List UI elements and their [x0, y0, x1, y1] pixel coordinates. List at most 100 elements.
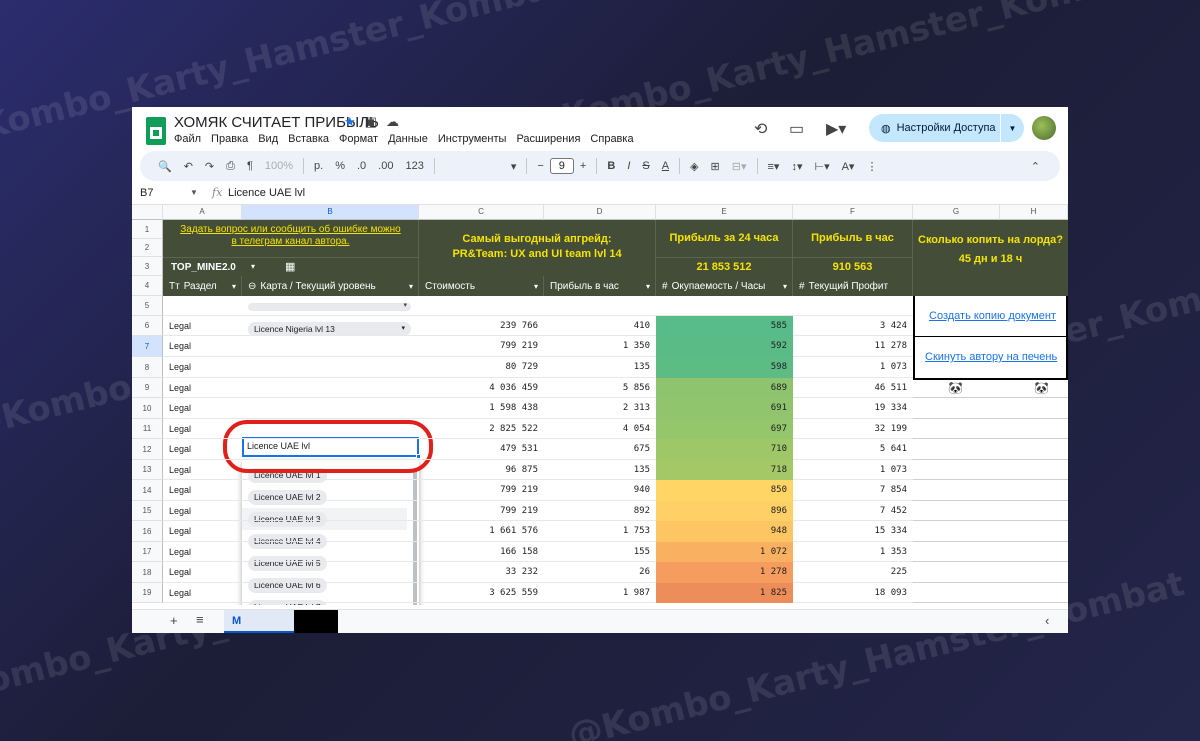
- column-header[interactable]: H: [1000, 205, 1068, 220]
- menu-view[interactable]: Вид: [258, 133, 278, 145]
- percent-format-button[interactable]: %: [329, 160, 351, 172]
- row-header[interactable]: 14: [132, 480, 163, 501]
- profit-cell[interactable]: 1 753: [544, 521, 656, 542]
- current-profit-cell[interactable]: 5 641: [793, 439, 913, 460]
- section-cell[interactable]: Legal: [163, 521, 242, 542]
- profit-cell[interactable]: 26: [544, 562, 656, 583]
- column-header[interactable]: F: [793, 205, 913, 220]
- current-profit-cell[interactable]: 3 424: [793, 316, 913, 336]
- profit-cell[interactable]: 410: [544, 316, 656, 336]
- profit-cell[interactable]: 675: [544, 439, 656, 460]
- cost-cell[interactable]: 799 219: [419, 501, 544, 521]
- payback-cell[interactable]: 850: [656, 480, 793, 501]
- paint-format-icon[interactable]: ¶: [241, 160, 259, 172]
- profit-cell[interactable]: 940: [544, 480, 656, 501]
- menu-format[interactable]: Формат: [339, 133, 378, 145]
- cost-cell[interactable]: 80 729: [419, 357, 544, 378]
- row-header[interactable]: 19: [132, 583, 163, 603]
- cost-cell[interactable]: 2 825 522: [419, 419, 544, 439]
- print-icon[interactable]: ⎙: [220, 160, 241, 173]
- section-cell[interactable]: Legal: [163, 439, 242, 460]
- current-profit-cell[interactable]: 225: [793, 562, 913, 583]
- col-header-current[interactable]: # Текущий Профит: [793, 276, 913, 296]
- menu-edit[interactable]: Правка: [211, 133, 248, 145]
- chevron-left-icon[interactable]: ‹: [1045, 613, 1049, 628]
- current-profit-cell[interactable]: 18 093: [793, 583, 913, 603]
- row-header[interactable]: 13: [132, 460, 163, 480]
- currency-format-button[interactable]: р.: [308, 160, 329, 172]
- text-rotate-icon[interactable]: A▾: [836, 160, 861, 173]
- section-cell[interactable]: Legal: [163, 542, 242, 562]
- menu-help[interactable]: Справка: [590, 133, 633, 145]
- payback-cell[interactable]: 1 825: [656, 583, 793, 603]
- sheet-tab-active[interactable]: M: [224, 610, 294, 633]
- copy-document-link[interactable]: Создать копию документ: [915, 310, 1056, 322]
- row-header[interactable]: 9: [132, 378, 163, 398]
- section-cell[interactable]: Legal: [163, 419, 242, 439]
- donate-link[interactable]: Скинуть автору на печень: [915, 351, 1057, 363]
- payback-cell[interactable]: 689: [656, 378, 793, 398]
- chevron-down-icon[interactable]: ▾: [505, 160, 523, 173]
- row-header[interactable]: 5: [132, 296, 163, 316]
- all-sheets-icon[interactable]: ≡: [196, 612, 204, 627]
- row-header[interactable]: 11: [132, 419, 163, 439]
- payback-cell[interactable]: 1 278: [656, 562, 793, 583]
- section-cell[interactable]: Legal: [163, 398, 242, 419]
- row-header[interactable]: 12: [132, 439, 163, 460]
- row-header[interactable]: 10: [132, 398, 163, 419]
- payback-cell[interactable]: 697: [656, 419, 793, 439]
- chevron-down-icon[interactable]: ▾: [534, 282, 538, 291]
- cost-cell[interactable]: 479 531: [419, 439, 544, 460]
- profit-cell[interactable]: 1 350: [544, 336, 656, 357]
- section-cell[interactable]: Legal: [163, 480, 242, 501]
- current-profit-cell[interactable]: 11 278: [793, 336, 913, 357]
- horizontal-align-icon[interactable]: ≡▾: [762, 160, 786, 173]
- row-header[interactable]: 3: [132, 257, 163, 276]
- cost-cell[interactable]: 799 219: [419, 336, 544, 357]
- collapse-toolbar-icon[interactable]: ⌃: [1025, 160, 1046, 173]
- section-cell[interactable]: Legal: [163, 357, 242, 378]
- dropdown-option[interactable]: Licence UAE lvl 2: [248, 490, 327, 505]
- vertical-align-icon[interactable]: ↕▾: [785, 160, 808, 173]
- current-profit-cell[interactable]: 7 854: [793, 480, 913, 501]
- chevron-down-icon[interactable]: ▾: [401, 322, 405, 336]
- zoom-select[interactable]: 100%: [259, 160, 299, 172]
- payback-cell[interactable]: 691: [656, 398, 793, 419]
- current-profit-cell[interactable]: 1 353: [793, 542, 913, 562]
- meet-icon[interactable]: ▶▾: [826, 119, 846, 139]
- current-profit-cell[interactable]: 46 511: [793, 378, 913, 398]
- payback-cell[interactable]: 1 072: [656, 542, 793, 562]
- chevron-down-icon[interactable]: ▾: [783, 282, 787, 291]
- row-header[interactable]: 4: [132, 276, 163, 296]
- profit-cell[interactable]: 155: [544, 542, 656, 562]
- profit-cell[interactable]: 2 313: [544, 398, 656, 419]
- chevron-down-icon[interactable]: ▾: [403, 303, 407, 309]
- font-size-decrease-button[interactable]: −: [531, 160, 549, 172]
- row-header[interactable]: 2: [132, 239, 163, 257]
- cost-cell[interactable]: 239 766: [419, 316, 544, 336]
- cost-cell[interactable]: 33 232: [419, 562, 544, 583]
- cloud-status-icon[interactable]: ☁: [386, 114, 399, 130]
- column-header[interactable]: D: [544, 205, 656, 220]
- cost-cell[interactable]: 96 875: [419, 460, 544, 480]
- history-icon[interactable]: ⟲: [754, 119, 767, 139]
- calculator-icon[interactable]: ▦: [285, 260, 295, 273]
- row-header[interactable]: 16: [132, 521, 163, 542]
- row-header[interactable]: 18: [132, 562, 163, 583]
- font-size-increase-button[interactable]: +: [574, 160, 592, 172]
- section-cell[interactable]: Legal: [163, 562, 242, 583]
- sheets-logo-icon[interactable]: [146, 117, 166, 145]
- payback-cell[interactable]: 710: [656, 439, 793, 460]
- redo-icon[interactable]: ↷: [199, 160, 220, 173]
- search-icon[interactable]: 🔍: [152, 160, 178, 173]
- column-header[interactable]: G: [913, 205, 1000, 220]
- current-profit-cell[interactable]: 32 199: [793, 419, 913, 439]
- more-icon[interactable]: ⋮: [860, 160, 883, 173]
- spreadsheet-grid[interactable]: Задать вопрос или сообщить об ошибке мож…: [132, 205, 1068, 605]
- payback-cell[interactable]: 718: [656, 460, 793, 480]
- bold-button[interactable]: B: [601, 160, 621, 172]
- cost-cell[interactable]: 1 598 438: [419, 398, 544, 419]
- chevron-down-icon[interactable]: ▾: [409, 282, 413, 291]
- menu-insert[interactable]: Вставка: [288, 133, 329, 145]
- dropdown-option[interactable]: Licence UAE lvl 5: [248, 556, 327, 571]
